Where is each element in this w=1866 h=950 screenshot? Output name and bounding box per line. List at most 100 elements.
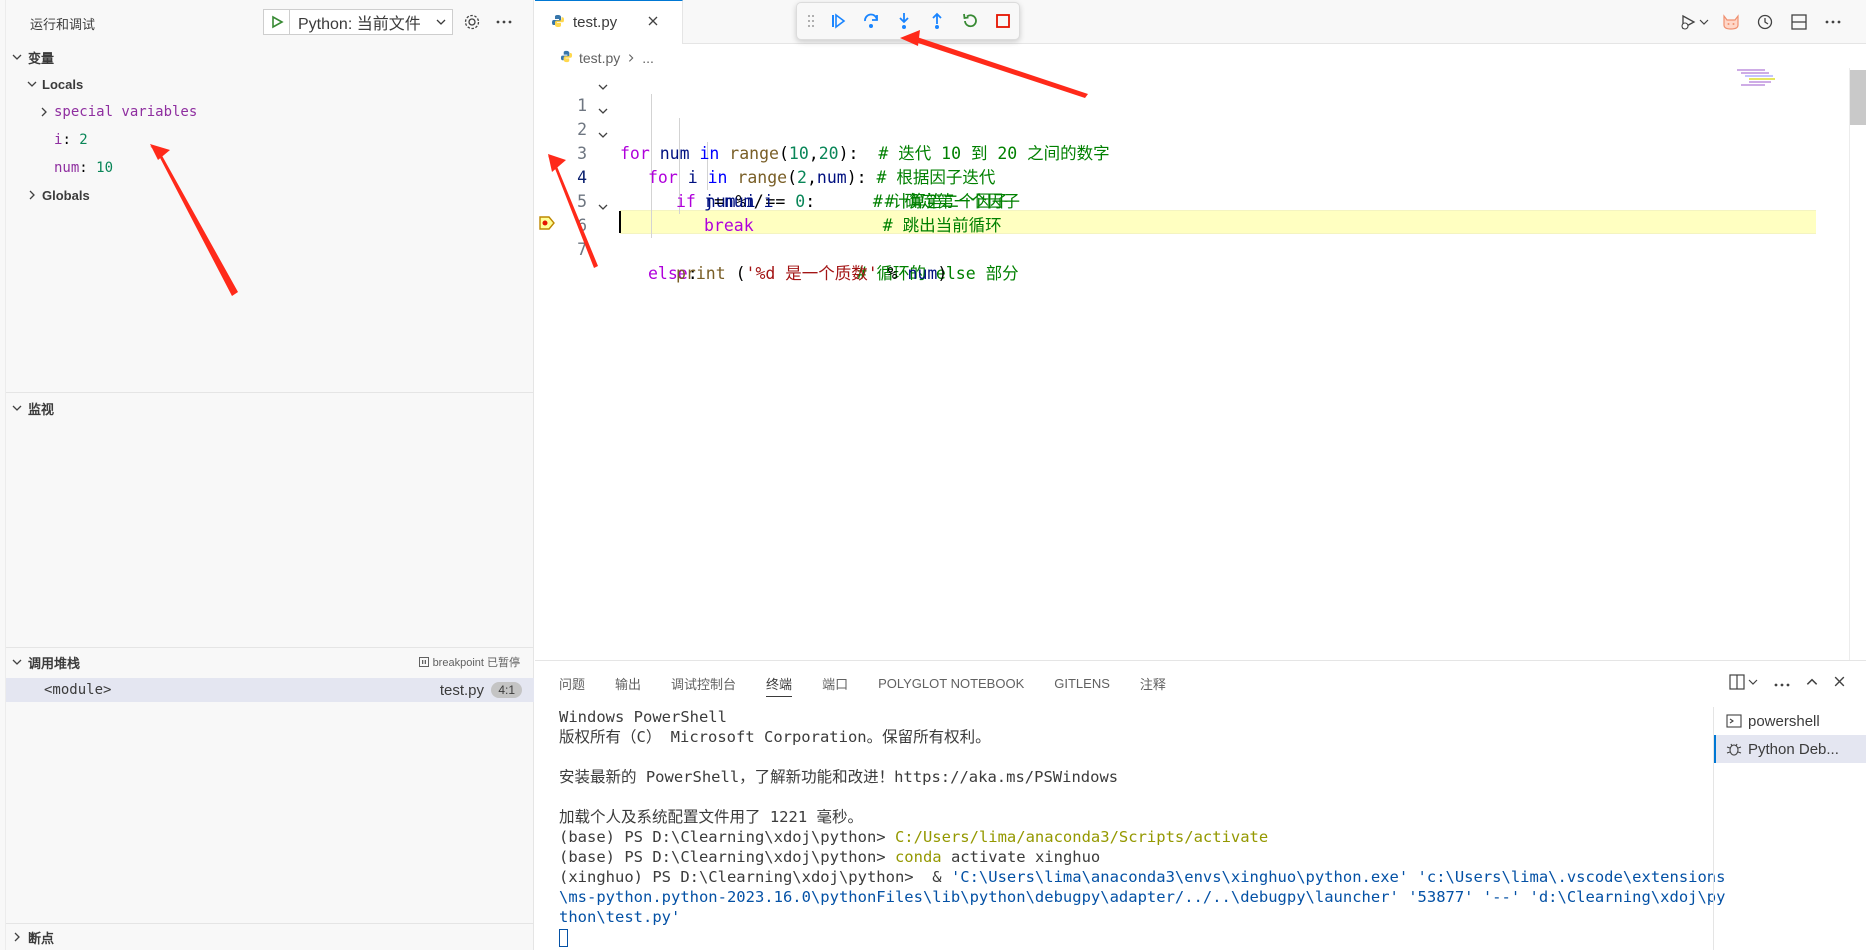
debug-toolbar xyxy=(796,2,1020,40)
step-out-icon[interactable] xyxy=(925,9,949,33)
debug-icon xyxy=(1726,743,1742,756)
terminal-line: 安装最新的 PowerShell，了解新功能和改进！https://aka.ms… xyxy=(559,768,1119,786)
callstack-header-label: 调用堆栈 xyxy=(28,655,81,671)
chevron-right-icon xyxy=(22,189,42,201)
variable-name: num xyxy=(54,160,80,176)
tab-comments[interactable]: 注释 xyxy=(1140,661,1166,705)
close-icon[interactable] xyxy=(1833,675,1846,691)
call-stack-frame[interactable]: <module> test.py 4:1 xyxy=(6,678,534,702)
breakpoints-header-label: 断点 xyxy=(28,930,55,946)
globals-label: Globals xyxy=(42,187,90,203)
section-divider xyxy=(6,392,534,393)
section-divider xyxy=(6,923,534,924)
variables-header-label: 变量 xyxy=(28,50,55,66)
terminal-item-python-debug[interactable]: Python Deb... xyxy=(1714,735,1866,763)
section-divider xyxy=(6,647,534,648)
variables-section-header[interactable]: 变量 xyxy=(6,45,534,69)
scrollbar-thumb[interactable] xyxy=(1850,70,1866,125)
special-variables-label: special variables xyxy=(54,104,198,120)
chevron-right-icon xyxy=(626,50,636,66)
close-icon[interactable] xyxy=(647,15,659,30)
tab-output[interactable]: 输出 xyxy=(615,661,641,705)
continue-icon[interactable] xyxy=(826,9,850,33)
tab-gitlens[interactable]: GITLENS xyxy=(1054,661,1110,705)
launch-config-label: Python: 当前文件 xyxy=(298,16,421,33)
breakpoints-section-header[interactable]: 断点 xyxy=(6,925,534,949)
gear-icon[interactable] xyxy=(460,10,484,34)
tab-label: test.py xyxy=(573,14,618,31)
variable-row-i[interactable]: i: 2 xyxy=(54,129,88,151)
python-file-icon xyxy=(560,50,573,66)
editor-area: test.py test.py ... 1 for num in range(1… xyxy=(535,0,1866,660)
restart-icon[interactable] xyxy=(958,9,982,33)
more-actions-icon[interactable] xyxy=(492,10,516,34)
terminal-output[interactable]: Windows PowerShell 版权所有（C） Microsoft Cor… xyxy=(559,707,1726,947)
sidebar-title: 运行和调试 xyxy=(30,17,96,32)
tab-debug-console[interactable]: 调试控制台 xyxy=(671,661,736,705)
panel-tabs: 问题 输出 调试控制台 终端 端口 POLYGLOT NOTEBOOK GITL… xyxy=(559,661,1196,705)
breadcrumb-file[interactable]: test.py xyxy=(579,50,620,66)
chevron-down-icon xyxy=(6,402,28,414)
timeline-icon[interactable] xyxy=(1748,13,1782,31)
frame-name: <module> xyxy=(44,682,112,698)
code-line-1: 1 for num in range(10,20): # 迭代 10 到 20 … xyxy=(535,70,1835,163)
launch-config-dropdown[interactable]: Python: 当前文件 xyxy=(263,9,453,35)
terminal-line: (xinghuo) PS D:\Clearning\xdoj\python> &… xyxy=(559,868,1726,886)
terminal-line: 加载个人及系统配置文件用了 1221 毫秒。 xyxy=(559,808,863,826)
terminal-line: 版权所有（C） Microsoft Corporation。保留所有权利。 xyxy=(559,728,991,746)
editor-tab-bar: test.py xyxy=(535,0,1866,44)
split-terminal-icon[interactable] xyxy=(1729,673,1759,693)
terminal-list: powershell Python Deb... xyxy=(1713,707,1866,950)
run-debug-dropdown-icon[interactable] xyxy=(1680,13,1714,31)
callstack-section-header[interactable]: 调用堆栈 breakpoint 已暂停 xyxy=(6,650,534,674)
locals-scope[interactable]: Locals xyxy=(22,73,83,95)
more-actions-icon[interactable] xyxy=(1816,19,1850,25)
drag-handle-icon[interactable] xyxy=(805,9,817,33)
code-line-5: 5 break # 跳出当前循环 xyxy=(577,192,1002,235)
chevron-down-icon xyxy=(22,78,42,90)
chevron-right-icon xyxy=(34,106,54,118)
editor-scrollbar[interactable] xyxy=(1849,68,1866,660)
tab-test-py[interactable]: test.py xyxy=(535,0,683,44)
watch-section-header[interactable]: 监视 xyxy=(6,396,534,420)
step-over-icon[interactable] xyxy=(859,9,883,33)
stop-icon[interactable] xyxy=(991,9,1015,33)
variable-value: 10 xyxy=(96,160,114,176)
chevron-down-icon xyxy=(6,51,28,63)
terminal-item-powershell[interactable]: powershell xyxy=(1714,707,1866,735)
special-variables-node[interactable]: special variables xyxy=(34,101,197,123)
step-into-icon[interactable] xyxy=(892,9,916,33)
more-actions-icon[interactable] xyxy=(1773,676,1791,691)
frame-file: test.py xyxy=(439,681,484,699)
tab-problems[interactable]: 问题 xyxy=(559,661,585,705)
watch-header-label: 监视 xyxy=(28,401,55,417)
globals-scope[interactable]: Globals xyxy=(22,184,90,206)
sidebar-header: 运行和调试 Python: 当前文件 xyxy=(0,0,534,44)
debug-sidebar: 运行和调试 Python: 当前文件 变量 Locals special var… xyxy=(0,0,534,950)
start-debug-icon[interactable] xyxy=(264,10,290,34)
code-line-2: 2 for i in range(2,num): # 根据因子迭代 xyxy=(535,94,1835,187)
python-file-icon xyxy=(551,14,565,31)
chevron-up-icon[interactable] xyxy=(1805,675,1819,692)
variable-name: i xyxy=(54,132,63,148)
cat-icon[interactable] xyxy=(1714,13,1748,31)
terminal-line: Windows PowerShell xyxy=(559,708,727,726)
variable-row-num[interactable]: num: 10 xyxy=(54,157,113,179)
tab-polyglot-notebook[interactable]: POLYGLOT NOTEBOOK xyxy=(878,661,1024,705)
terminal-line: thon\test.py' xyxy=(559,908,681,926)
minimap[interactable] xyxy=(1735,68,1795,88)
code-line-4: 4 j=num/i # 计算第二个因子 xyxy=(577,168,1009,211)
tab-terminal[interactable]: 终端 xyxy=(766,661,793,705)
tab-ports[interactable]: 端口 xyxy=(822,661,848,705)
split-editor-icon[interactable] xyxy=(1782,13,1816,31)
locals-label: Locals xyxy=(42,76,84,92)
chevron-right-icon xyxy=(6,931,28,943)
breadcrumb-symbol[interactable]: ... xyxy=(642,50,654,66)
editor-actions xyxy=(1680,8,1850,36)
code-line-3: 3 if num%i == 0: # 确定第一个因子 xyxy=(535,118,1835,211)
activity-strip xyxy=(0,0,6,950)
breadcrumb: test.py ... xyxy=(560,48,654,68)
terminal-line: \ms-python.python-2023.16.0\pythonFiles\… xyxy=(559,888,1726,906)
